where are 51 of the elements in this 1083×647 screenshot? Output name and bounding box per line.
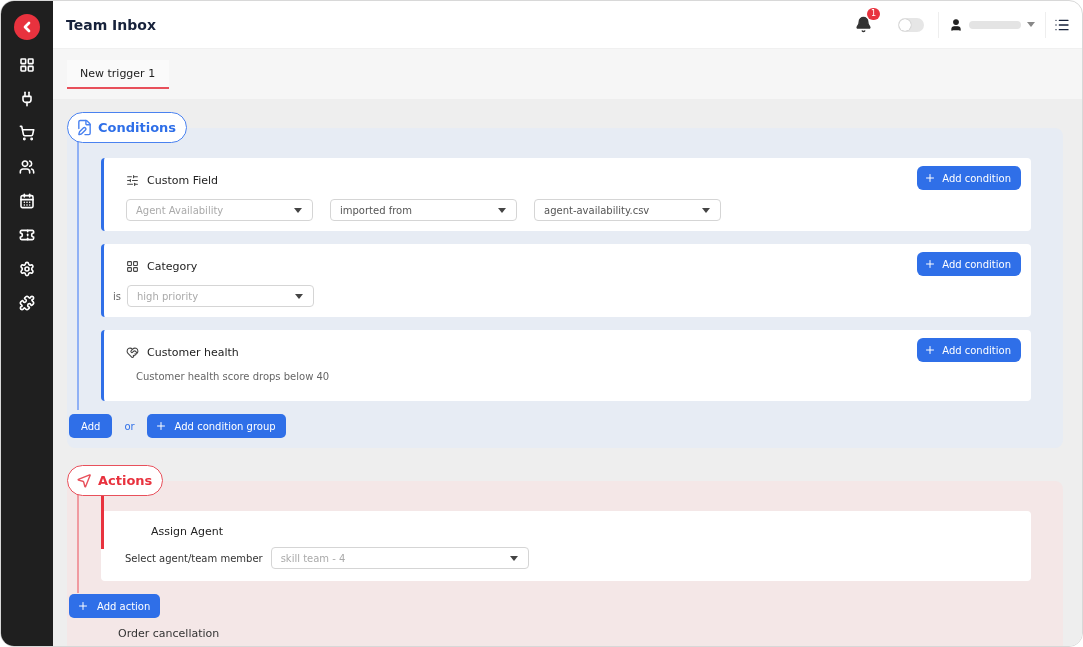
caret-icon bbox=[294, 207, 302, 213]
page-title: Team Inbox bbox=[66, 16, 157, 33]
action-title: Order cancellation bbox=[117, 627, 221, 640]
pointer-icon bbox=[76, 472, 93, 489]
actions-pill: Actions bbox=[67, 465, 164, 496]
tab[interactable]: New trigger 1 bbox=[67, 60, 170, 89]
caret-icon bbox=[509, 555, 518, 561]
add-condition-group-button[interactable]: Add condition group bbox=[146, 414, 286, 438]
field-label: Select agent/team member bbox=[125, 552, 263, 564]
add-action-button[interactable]: Add action bbox=[69, 594, 161, 618]
puzzle-icon[interactable] bbox=[18, 294, 36, 312]
plus-icon bbox=[924, 258, 937, 270]
condition-title: Category bbox=[147, 259, 198, 273]
condition-title: Custom Field bbox=[147, 173, 219, 187]
caret-icon bbox=[295, 293, 303, 299]
plus-icon bbox=[924, 172, 937, 184]
dropdown[interactable]: agent-availability.csv bbox=[534, 199, 721, 221]
dropdown[interactable]: Agent Availability bbox=[126, 199, 313, 221]
add-condition-button[interactable]: Add condition bbox=[917, 252, 1021, 276]
add-button[interactable]: Add bbox=[69, 414, 113, 438]
logo-icon[interactable] bbox=[14, 14, 40, 40]
dropdown[interactable]: high priority bbox=[127, 285, 314, 307]
sliders-icon bbox=[126, 173, 139, 187]
dropdown[interactable]: skill team - 4 bbox=[270, 547, 529, 569]
conditions-pill: Conditions bbox=[67, 112, 188, 143]
bell-icon[interactable] bbox=[855, 16, 872, 33]
action-title: Assign Agent bbox=[150, 525, 225, 538]
user-icon bbox=[949, 17, 963, 32]
caret-icon bbox=[702, 207, 710, 213]
calendar-icon[interactable] bbox=[18, 192, 36, 210]
dropdown[interactable]: imported from bbox=[330, 199, 517, 221]
condition-title: Customer health bbox=[147, 345, 239, 359]
caret-icon bbox=[498, 207, 506, 213]
cart-icon[interactable] bbox=[18, 124, 36, 142]
plus-icon bbox=[154, 420, 167, 432]
operator-label: is bbox=[113, 290, 121, 302]
add-condition-button[interactable]: Add condition bbox=[917, 166, 1021, 190]
heart-hand-icon bbox=[126, 345, 139, 359]
toggle-switch[interactable] bbox=[898, 17, 924, 32]
plus-icon bbox=[77, 600, 89, 612]
plus-icon bbox=[924, 344, 937, 356]
users-icon[interactable] bbox=[18, 158, 36, 176]
settings-icon[interactable] bbox=[18, 260, 36, 278]
grid-icon bbox=[126, 259, 139, 273]
dashboard-icon[interactable] bbox=[18, 56, 36, 74]
or-label: or bbox=[123, 420, 136, 432]
edit-note-icon bbox=[76, 119, 93, 136]
connector-line bbox=[101, 493, 104, 549]
condition-description: Customer health score drops below 40 bbox=[135, 371, 331, 382]
notification-count: 1 bbox=[866, 8, 880, 20]
add-condition-button[interactable]: Add condition bbox=[917, 338, 1021, 362]
